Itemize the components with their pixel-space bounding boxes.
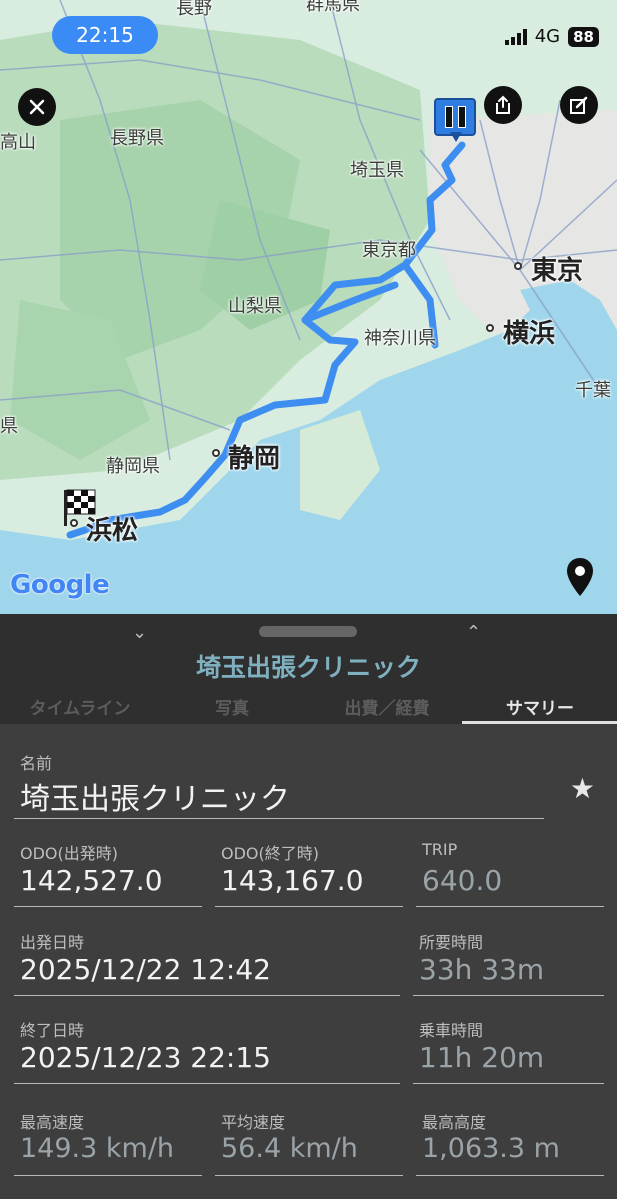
bottom-sheet-header: ⌄ ⌃ 埼玉出張クリニック タイムライン 写真 出費／経費 サマリー <box>0 614 617 724</box>
finish-flag-icon[interactable] <box>62 488 98 528</box>
max-altitude-value: 1,063.3 m <box>422 1133 560 1164</box>
close-button[interactable] <box>18 88 56 126</box>
end-value: 2025/12/23 22:15 <box>20 1041 271 1074</box>
end-label: 終了日時 <box>20 1021 85 1040</box>
status-time-pill[interactable]: 22:15 <box>52 16 158 54</box>
name-label: 名前 <box>20 754 53 773</box>
map-label-takayama: 高山 <box>0 132 36 153</box>
duration-value: 33h 33m <box>419 953 545 986</box>
share-button[interactable] <box>484 86 522 124</box>
pause-icon[interactable] <box>434 98 476 136</box>
google-attribution: Google <box>10 570 110 600</box>
signal-icon <box>504 28 527 45</box>
odo-end-label: ODO(終了時) <box>221 844 319 863</box>
tab-summary[interactable]: サマリー <box>470 694 610 719</box>
tab-photos[interactable]: 写真 <box>190 694 274 719</box>
map-label-shizuoka: 静岡 <box>228 444 281 474</box>
depart-datetime-field[interactable]: 出発日時 2025/12/22 12:42 <box>14 929 400 996</box>
tab-bar: タイムライン 写真 出費／経費 サマリー <box>0 690 617 724</box>
duration-field: 所要時間 33h 33m <box>413 929 604 996</box>
google-logo: Google <box>10 570 110 600</box>
max-speed-field: 最高速度 149.3 km/h <box>14 1109 202 1176</box>
map-label-kanagawa: 神奈川県 <box>364 328 436 349</box>
trip-label: TRIP <box>422 840 458 859</box>
max-speed-value: 149.3 km/h <box>20 1133 175 1164</box>
map-label-tokyo-to: 東京都 <box>362 240 416 261</box>
odo-end-value: 143,167.0 <box>221 864 364 897</box>
map-label-gunma: 群馬県 <box>306 0 360 15</box>
edit-button[interactable] <box>560 86 598 124</box>
map-label-nagano-city: 長野 <box>176 0 212 19</box>
drag-handle[interactable] <box>259 626 357 637</box>
edit-icon <box>570 96 588 114</box>
status-bar-right: 4G 88 <box>504 26 599 47</box>
max-speed-label: 最高速度 <box>20 1113 85 1132</box>
chevron-up-icon[interactable]: ⌃ <box>466 622 481 643</box>
name-field[interactable]: 名前 埼玉出張クリニック <box>14 750 544 819</box>
max-altitude-field: 最高高度 1,063.3 m <box>416 1109 604 1176</box>
location-pin-button[interactable] <box>564 556 596 600</box>
shizuoka-dot <box>212 449 220 457</box>
status-time: 22:15 <box>76 23 134 47</box>
share-icon <box>496 95 510 114</box>
duration-label: 所要時間 <box>419 933 484 952</box>
trip-value: 640.0 <box>422 864 503 897</box>
max-altitude-label: 最高高度 <box>422 1113 487 1132</box>
avg-speed-field: 平均速度 56.4 km/h <box>215 1109 403 1176</box>
odo-start-label: ODO(出発時) <box>20 844 118 863</box>
location-pin-icon <box>567 558 593 596</box>
odo-end-field[interactable]: ODO(終了時) 143,167.0 <box>215 840 403 907</box>
yokohama-dot <box>486 324 494 332</box>
map-label-tokyo: 東京 <box>531 256 584 286</box>
map-label-yamanashi: 山梨県 <box>228 296 282 317</box>
depart-value: 2025/12/22 12:42 <box>20 953 271 986</box>
map-view[interactable]: 長野 群馬県 高山 長野県 埼玉県 東京都 東京 山梨県 神奈川県 横浜 千葉 … <box>0 0 617 614</box>
tab-timeline[interactable]: タイムライン <box>10 694 150 719</box>
map-label-nagano-pref: 長野県 <box>110 128 164 149</box>
map-label-chiba: 千葉 <box>575 380 611 401</box>
favorite-star-icon[interactable]: ★ <box>570 772 595 805</box>
depart-label: 出発日時 <box>20 933 85 952</box>
tab-expenses[interactable]: 出費／経費 <box>325 694 449 719</box>
close-icon <box>29 99 45 115</box>
map-label-yokohama: 横浜 <box>503 319 556 349</box>
pause-marker-pointer <box>450 132 462 142</box>
trip-field: TRIP 640.0 <box>416 840 604 907</box>
chevron-down-icon[interactable]: ⌄ <box>132 622 147 643</box>
odo-start-field[interactable]: ODO(出発時) 142,527.0 <box>14 840 202 907</box>
avg-speed-value: 56.4 km/h <box>221 1133 358 1164</box>
sheet-title: 埼玉出張クリニック <box>195 653 421 682</box>
ride-time-field: 乗車時間 11h 20m <box>413 1017 604 1084</box>
ride-value: 11h 20m <box>419 1041 545 1074</box>
avg-speed-label: 平均速度 <box>221 1113 286 1132</box>
battery-icon: 88 <box>568 26 599 47</box>
name-value: 埼玉出張クリニック <box>20 782 290 817</box>
network-type: 4G <box>534 26 561 47</box>
map-label-saitama-pref: 埼玉県 <box>350 160 404 181</box>
map-label-shizuoka-pref: 静岡県 <box>106 456 160 477</box>
end-datetime-field[interactable]: 終了日時 2025/12/23 22:15 <box>14 1017 400 1084</box>
summary-panel: 名前 埼玉出張クリニック ★ ODO(出発時) 142,527.0 ODO(終了… <box>0 724 617 1199</box>
tokyo-dot <box>514 262 522 270</box>
ride-label: 乗車時間 <box>419 1021 484 1040</box>
map-label-ken: 県 <box>0 416 18 437</box>
odo-start-value: 142,527.0 <box>20 864 163 897</box>
